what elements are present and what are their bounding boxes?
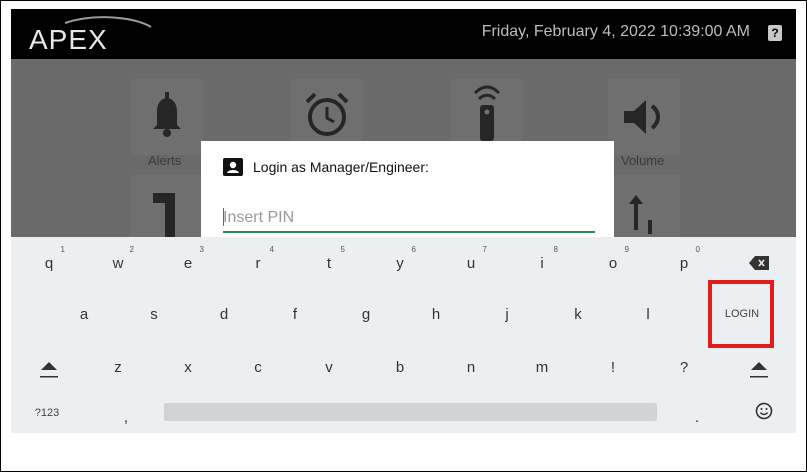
sort-icon bbox=[629, 195, 652, 234]
key-label: e bbox=[183, 254, 193, 272]
key-label: q bbox=[44, 254, 54, 272]
key-g[interactable]: g bbox=[336, 294, 396, 334]
key-x[interactable]: x bbox=[158, 347, 218, 387]
key-l[interactable]: l bbox=[618, 294, 678, 334]
key-hint: 3 bbox=[199, 245, 204, 254]
key-n[interactable]: n bbox=[441, 347, 501, 387]
period-key[interactable]: . bbox=[667, 397, 727, 437]
key-s[interactable]: s bbox=[124, 294, 184, 334]
bottom-strip bbox=[11, 433, 796, 471]
shift-icon bbox=[750, 362, 768, 378]
on-screen-keyboard: q1 w2 e3 r4 t5 y6 u7 i8 o9 p0 a s d f g … bbox=[11, 237, 796, 433]
key-p[interactable]: p0 bbox=[654, 243, 714, 283]
key-label: p bbox=[679, 254, 689, 272]
key-hint: 1 bbox=[60, 245, 65, 254]
key-v[interactable]: v bbox=[299, 347, 359, 387]
comma-key[interactable]: , bbox=[96, 397, 156, 437]
highlight-box bbox=[708, 280, 774, 348]
alerts-tile bbox=[131, 79, 203, 155]
emoji-key[interactable] bbox=[734, 391, 794, 431]
key-q[interactable]: q1 bbox=[19, 243, 79, 283]
key-o[interactable]: o9 bbox=[583, 243, 643, 283]
key-hint: 4 bbox=[269, 245, 274, 254]
key-label: y bbox=[396, 254, 404, 272]
key-hint: 9 bbox=[624, 245, 629, 254]
pin-input[interactable] bbox=[223, 205, 595, 233]
tile-label-alerts: Alerts bbox=[148, 153, 182, 168]
backspace-key[interactable] bbox=[729, 243, 789, 283]
emoji-icon bbox=[755, 402, 773, 420]
key-t[interactable]: t5 bbox=[299, 243, 359, 283]
shift-key-right[interactable] bbox=[729, 349, 789, 389]
volume-tile bbox=[608, 79, 680, 155]
shift-key-left[interactable] bbox=[19, 349, 79, 389]
bell-icon bbox=[153, 92, 181, 137]
spacebar[interactable] bbox=[164, 403, 657, 421]
dialog-title-text: Login as Manager/Engineer: bbox=[253, 159, 429, 175]
key-label: t bbox=[326, 254, 332, 272]
key-hint: 6 bbox=[411, 245, 416, 254]
music-note-icon bbox=[153, 193, 175, 237]
key-label: u bbox=[466, 254, 476, 272]
key-b[interactable]: b bbox=[370, 347, 430, 387]
key-hint: 8 bbox=[553, 245, 558, 254]
person-badge-icon bbox=[223, 158, 243, 176]
key-exclamation[interactable]: ! bbox=[583, 347, 643, 387]
symbols-key[interactable]: ?123 bbox=[17, 393, 77, 433]
key-z[interactable]: z bbox=[88, 347, 148, 387]
tile-label-volume: Volume bbox=[621, 153, 665, 168]
key-d[interactable]: d bbox=[194, 294, 254, 334]
key-label: i bbox=[540, 254, 544, 272]
key-h[interactable]: h bbox=[406, 294, 466, 334]
key-j[interactable]: j bbox=[477, 294, 537, 334]
volume-icon bbox=[624, 100, 660, 134]
help-icon[interactable]: ? bbox=[768, 25, 782, 41]
key-hint: 5 bbox=[340, 245, 345, 254]
text-caret bbox=[223, 208, 224, 226]
key-r[interactable]: r4 bbox=[228, 243, 288, 283]
key-question[interactable]: ? bbox=[654, 347, 714, 387]
key-hint: 7 bbox=[482, 245, 487, 254]
key-c[interactable]: c bbox=[228, 347, 288, 387]
key-y[interactable]: y6 bbox=[370, 243, 430, 283]
key-w[interactable]: w2 bbox=[88, 243, 148, 283]
key-hint: 2 bbox=[129, 245, 134, 254]
shift-icon bbox=[40, 362, 58, 378]
key-f[interactable]: f bbox=[265, 294, 325, 334]
logo-text: APEX bbox=[29, 24, 108, 55]
datetime-display: Friday, February 4, 2022 10:39:00 AM bbox=[481, 23, 750, 40]
key-hint: 0 bbox=[695, 245, 700, 254]
dialog-title: Login as Manager/Engineer: bbox=[223, 157, 429, 177]
app-frame: APEX Friday, February 4, 2022 10:39:00 A… bbox=[0, 0, 807, 472]
key-m[interactable]: m bbox=[512, 347, 572, 387]
apex-logo: APEX bbox=[29, 16, 152, 55]
backspace-icon bbox=[749, 256, 769, 270]
login-dialog: Login as Manager/Engineer: bbox=[201, 141, 614, 241]
key-a[interactable]: a bbox=[54, 294, 114, 334]
key-label: o bbox=[608, 254, 618, 272]
key-label: r bbox=[255, 254, 261, 272]
top-bar: APEX Friday, February 4, 2022 10:39:00 A… bbox=[11, 9, 796, 59]
key-k[interactable]: k bbox=[548, 294, 608, 334]
key-i[interactable]: i8 bbox=[512, 243, 572, 283]
music-tile bbox=[131, 175, 203, 237]
key-label: w bbox=[112, 254, 124, 272]
key-e[interactable]: e3 bbox=[158, 243, 218, 283]
sort-tile bbox=[608, 175, 680, 237]
key-u[interactable]: u7 bbox=[441, 243, 501, 283]
